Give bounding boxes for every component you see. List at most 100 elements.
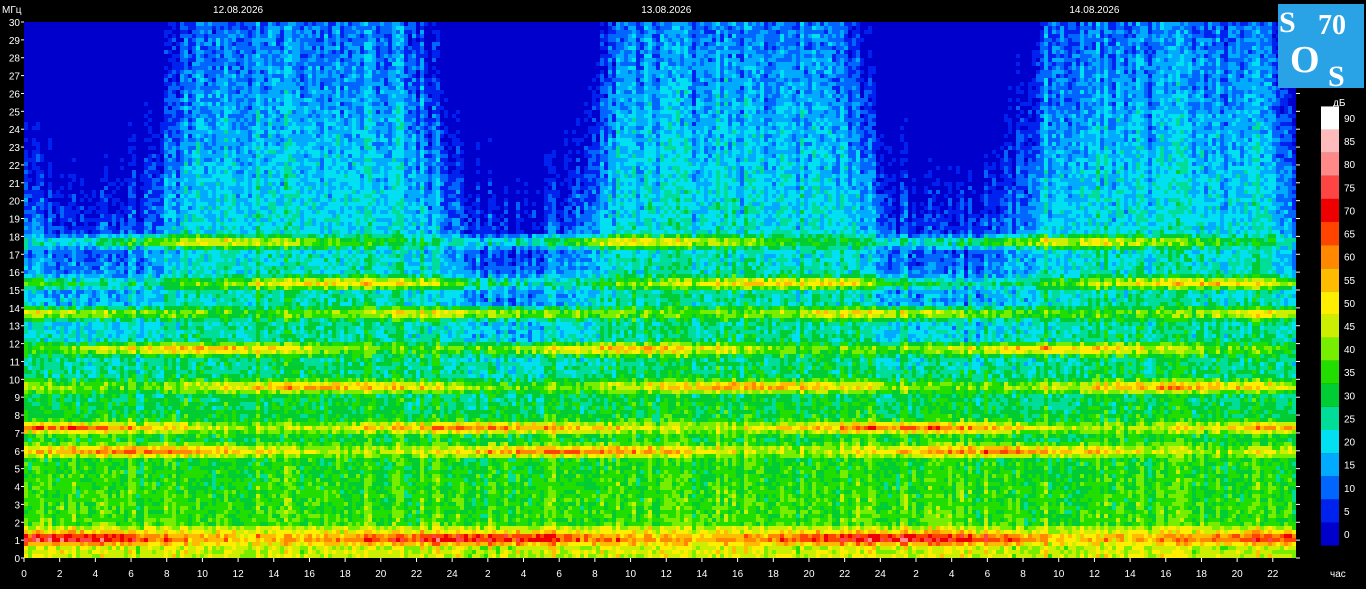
colorbar-tick-label: 60 (1344, 253, 1356, 264)
colorbar-tick-label: 40 (1344, 345, 1356, 356)
colorbar-tick-label: 50 (1344, 299, 1356, 310)
colorbar-segment (1321, 199, 1339, 222)
x-tick-label: 2 (57, 569, 63, 580)
y-tick-label: 2 (14, 518, 20, 529)
y-tick-label: 23 (9, 143, 21, 154)
x-tick-label: 20 (1232, 569, 1244, 580)
y-tick-label: 13 (9, 322, 21, 333)
colorbar-tick-label: 90 (1344, 114, 1356, 125)
y-tick-label: 15 (9, 286, 21, 297)
colorbar-tick-label: 65 (1344, 230, 1356, 241)
colorbar-tick-label: 80 (1344, 160, 1356, 171)
y-tick-label: 28 (9, 54, 21, 65)
logo-letter-o: O (1290, 39, 1320, 81)
logo-number: 70 (1318, 10, 1346, 41)
x-tick-label: 20 (803, 569, 815, 580)
colorbar-segment (1321, 291, 1339, 314)
x-tick-label: 6 (556, 569, 562, 580)
y-axis-unit: МГц (2, 5, 22, 16)
x-tick-label: 14 (1125, 569, 1137, 580)
sos70-logo: S 70O S (1278, 4, 1364, 93)
x-tick-label: 22 (839, 569, 851, 580)
date-label: 13.08.2026 (641, 5, 691, 16)
x-tick-label: 8 (1020, 569, 1026, 580)
colorbar-segment (1321, 153, 1339, 176)
x-tick-label: 16 (1160, 569, 1172, 580)
x-tick-label: 22 (411, 569, 423, 580)
x-tick-label: 14 (268, 569, 280, 580)
y-tick-label: 25 (9, 107, 21, 118)
x-tick-label: 8 (592, 569, 598, 580)
x-axis-unit: час (1330, 569, 1346, 580)
x-tick-label: 10 (625, 569, 637, 580)
colorbar-tick-label: 10 (1344, 484, 1356, 495)
y-tick-label: 0 (14, 554, 20, 565)
logo-letter-s: S (1279, 6, 1296, 39)
colorbar-tick-label: 30 (1344, 391, 1356, 402)
x-tick-label: 24 (447, 569, 459, 580)
colorbar-tick-label: 20 (1344, 438, 1356, 449)
y-tick-label: 3 (14, 500, 20, 511)
x-tick-label: 18 (340, 569, 352, 580)
colorbar-tick-label: 25 (1344, 414, 1356, 425)
colorbar-tick-label: 35 (1344, 368, 1356, 379)
x-tick-label: 18 (1196, 569, 1208, 580)
x-tick-label: 2 (913, 569, 919, 580)
x-tick-label: 6 (128, 569, 134, 580)
y-tick-label: 1 (14, 536, 20, 547)
colorbar-tick-label: 45 (1344, 322, 1356, 333)
y-tick-label: 18 (9, 232, 21, 243)
heatmap-area (24, 22, 1296, 558)
x-axis: 0 2 4 6 8 10 12 14 16 18 20 22 24 2 4 6 8 10 12 14 16 18 20 22 2… (21, 558, 1279, 580)
colorbar-tick-label: 85 (1344, 137, 1356, 148)
date-labels: 12.08.2026 13.08.2026 14.08.2026 (213, 5, 1120, 16)
x-tick-label: 2 (485, 569, 491, 580)
y-tick-label: 21 (9, 179, 21, 190)
y-tick-label: 16 (9, 268, 21, 279)
y-tick-label: 20 (9, 197, 21, 208)
x-tick-label: 12 (1089, 569, 1101, 580)
x-tick-label: 4 (949, 569, 955, 580)
colorbar-segment (1321, 245, 1339, 268)
colorbar-segment (1321, 384, 1339, 407)
y-tick-label: 7 (14, 429, 20, 440)
colorbar-segment (1321, 268, 1339, 291)
y-tick-label: 14 (9, 304, 21, 315)
y-tick-label: 29 (9, 36, 21, 47)
colorbar-segment (1321, 314, 1339, 337)
colorbar-segment (1321, 222, 1339, 245)
x-tick-label: 0 (21, 569, 27, 580)
y-tick-label: 4 (14, 483, 20, 494)
colorbar-segment (1321, 176, 1339, 199)
x-tick-label: 12 (661, 569, 673, 580)
y-tick-label: 10 (9, 375, 21, 386)
x-tick-label: 4 (521, 569, 527, 580)
date-label: 14.08.2026 (1069, 5, 1119, 16)
y-tick-label: 17 (9, 250, 21, 261)
y-tick-label: 12 (9, 340, 21, 351)
x-tick-label: 16 (732, 569, 744, 580)
y-tick-label: 26 (9, 89, 21, 100)
colorbar-segment (1321, 407, 1339, 430)
x-tick-label: 22 (1267, 569, 1279, 580)
y-tick-label: 8 (14, 411, 20, 422)
x-tick-label: 10 (197, 569, 209, 580)
x-tick-label: 14 (696, 569, 708, 580)
colorbar-tick-label: 0 (1344, 530, 1350, 541)
y-tick-label: 9 (14, 393, 20, 404)
colorbar-segment (1321, 338, 1339, 361)
y-tick-label: 6 (14, 447, 20, 458)
colorbar-segment (1321, 522, 1339, 545)
colorbar-tick-label: 70 (1344, 206, 1356, 217)
colorbar-segment (1321, 130, 1339, 153)
y-tick-label: 22 (9, 161, 21, 172)
y-tick-label: 5 (14, 465, 20, 476)
x-tick-label: 24 (875, 569, 887, 580)
x-tick-label: 8 (164, 569, 170, 580)
colorbar-tick-label: 5 (1344, 507, 1350, 518)
schumann-spectrogram-chart: 12.08.2026 13.08.2026 14.08.2026 МГц 01234… (0, 0, 1366, 589)
colorbar-tick-label: 75 (1344, 183, 1356, 194)
x-tick-label: 16 (304, 569, 316, 580)
y-tick-label: 24 (9, 125, 21, 136)
colorbar-segment (1321, 106, 1339, 129)
